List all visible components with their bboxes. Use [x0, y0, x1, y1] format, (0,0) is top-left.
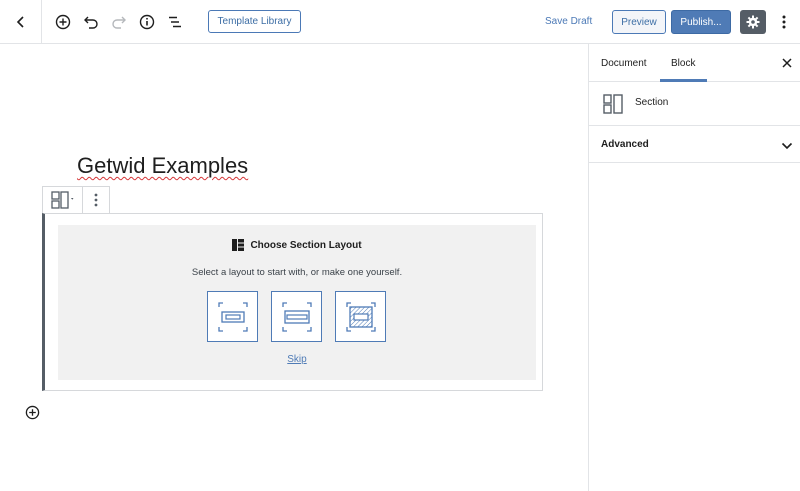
publish-button[interactable]: Publish... [671, 10, 731, 34]
chevron-down-icon [781, 138, 793, 156]
block-toolbar [42, 186, 110, 214]
section-layout-placeholder: Choose Section Layout Select a layout to… [58, 225, 536, 380]
layout-option-3[interactable] [335, 291, 386, 342]
block-more-options-button[interactable] [83, 187, 109, 213]
block-navigation-button[interactable] [164, 11, 186, 33]
placeholder-title-text: Choose Section Layout [250, 239, 362, 251]
plus-circle-icon [55, 14, 71, 30]
tab-block[interactable]: Block [671, 58, 695, 69]
list-view-icon [169, 16, 181, 28]
block-card: Section [589, 82, 800, 126]
section-layout-2-icon [281, 301, 312, 332]
section-layout-3-icon [345, 301, 376, 332]
undo-icon [84, 16, 98, 29]
plus-circle-icon [25, 405, 39, 419]
settings-button[interactable] [740, 10, 766, 34]
section-layout-1-icon [217, 301, 248, 332]
section-block[interactable]: Choose Section Layout Select a layout to… [42, 213, 543, 391]
skip-link[interactable]: Skip [58, 354, 536, 365]
sidebar-tabs: Document Block [589, 44, 800, 82]
settings-sidebar: Document Block Section Advanced [588, 44, 800, 491]
tab-document[interactable]: Document [601, 58, 647, 69]
block-card-title: Section [635, 97, 669, 108]
gear-icon [746, 15, 760, 29]
back-button[interactable] [0, 0, 42, 44]
layout-option-2[interactable] [271, 291, 322, 342]
more-tools-button[interactable] [774, 11, 794, 33]
placeholder-description: Select a layout to start with, or make o… [191, 267, 403, 278]
save-draft-button[interactable]: Save Draft [545, 16, 592, 27]
block-switcher-button[interactable] [43, 187, 84, 213]
editor-top-toolbar: Template Library Save Draft Preview Publ… [0, 0, 800, 44]
post-title[interactable]: Getwid Examples [77, 153, 248, 179]
undo-button[interactable] [80, 11, 102, 33]
redo-button[interactable] [108, 11, 130, 33]
close-icon [782, 58, 792, 68]
post-title-text: Getwid Examples [77, 153, 249, 178]
layout-grid-icon [232, 239, 245, 251]
chevron-left-icon [16, 16, 24, 28]
advanced-panel-label: Advanced [601, 139, 649, 150]
preview-button[interactable]: Preview [612, 10, 666, 34]
section-block-icon [603, 94, 623, 119]
template-library-button[interactable]: Template Library [208, 10, 301, 33]
info-icon [139, 14, 155, 30]
redo-icon [112, 16, 126, 29]
placeholder-title: Choose Section Layout [58, 239, 536, 251]
add-block-button[interactable] [52, 11, 74, 33]
layout-option-1[interactable] [207, 291, 258, 342]
block-inserter-button[interactable] [24, 404, 40, 420]
vertical-ellipsis-icon [782, 15, 786, 29]
vertical-ellipsis-icon [94, 193, 98, 207]
content-info-button[interactable] [136, 11, 158, 33]
section-block-icon [51, 191, 74, 209]
close-sidebar-button[interactable] [782, 56, 796, 70]
advanced-panel-toggle[interactable]: Advanced [589, 126, 800, 163]
